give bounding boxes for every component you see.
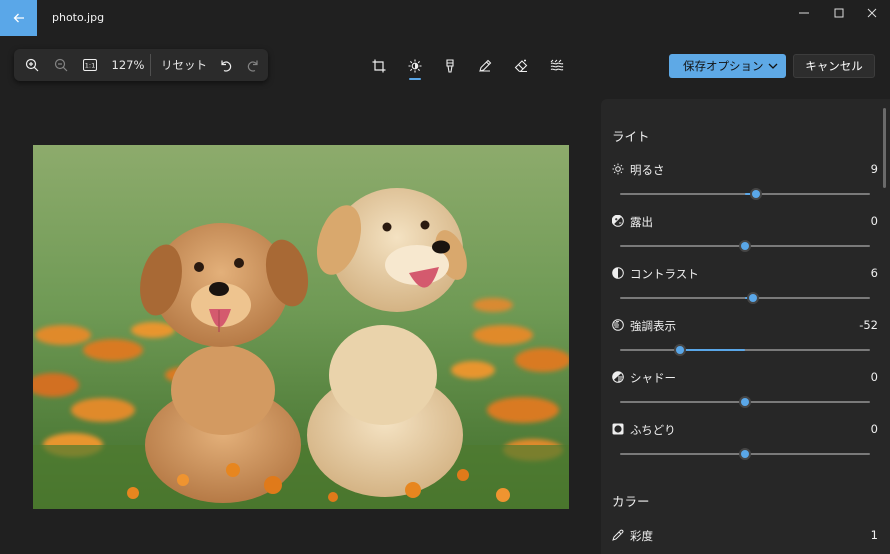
actual-size-label: 1:1: [85, 62, 95, 70]
exposure-slider[interactable]: [620, 240, 870, 252]
pen-icon: [479, 59, 492, 72]
exposure-icon: [612, 215, 624, 227]
vignette-row: ふちどり 0: [612, 422, 878, 438]
redo-icon: [247, 60, 258, 72]
zoom-in-icon: [25, 58, 39, 72]
slider-thumb[interactable]: [750, 188, 763, 200]
active-tool-indicator: [409, 78, 421, 80]
shadows-icon: [612, 371, 624, 383]
contrast-row: コントラスト 6: [612, 266, 878, 282]
slider-thumb[interactable]: [739, 240, 751, 252]
color-section-title: カラー: [612, 494, 650, 509]
cancel-button[interactable]: キャンセル: [793, 54, 875, 78]
eyedropper-icon: [612, 529, 624, 541]
crop-icon: [372, 59, 386, 73]
contrast-icon: [612, 267, 624, 279]
close-button[interactable]: [855, 0, 889, 26]
vignette-slider[interactable]: [620, 448, 870, 460]
saturation-label: 彩度: [630, 529, 653, 543]
minimize-button[interactable]: [787, 0, 821, 26]
crop-tool[interactable]: [367, 54, 391, 78]
vignette-value: 0: [870, 422, 878, 436]
actual-size-icon: 1:1: [83, 59, 97, 71]
title-bar: photo.jpg: [0, 0, 890, 36]
zoom-toolbar: 1:1 127% リセット: [14, 49, 268, 81]
close-icon: [867, 8, 877, 18]
slider-thumb[interactable]: [739, 448, 751, 460]
light-section-title: ライト: [612, 129, 650, 144]
zoom-out-icon: [54, 58, 68, 72]
background-blur-icon: [550, 59, 564, 71]
reset-button[interactable]: リセット: [156, 49, 212, 81]
erase-tool[interactable]: [509, 54, 533, 78]
back-arrow-icon: [13, 13, 24, 23]
sun-icon: [612, 163, 624, 175]
panel-scrollbar[interactable]: [883, 108, 886, 188]
contrast-slider[interactable]: [620, 292, 870, 304]
toolbar-divider: [150, 54, 151, 76]
shadows-value: 0: [870, 370, 878, 384]
adjustment-icon: [408, 59, 422, 73]
brightness-row: 明るさ 9: [612, 162, 878, 178]
back-button[interactable]: [0, 0, 37, 36]
brightness-label: 明るさ: [630, 163, 665, 177]
background-tool[interactable]: [545, 54, 569, 78]
contrast-value: 6: [870, 266, 878, 280]
highlights-icon: [612, 319, 624, 331]
filter-icon: [446, 59, 454, 73]
slider-track: [620, 349, 870, 351]
filter-tool[interactable]: [438, 54, 462, 78]
shadows-row: シャドー 0: [612, 370, 878, 386]
undo-icon: [220, 60, 231, 72]
shadows-slider[interactable]: [620, 396, 870, 408]
maximize-icon: [834, 8, 844, 18]
zoom-level[interactable]: 127%: [109, 49, 147, 81]
actual-size-button[interactable]: 1:1: [78, 49, 102, 81]
vignette-icon: [612, 423, 624, 435]
exposure-label: 露出: [630, 215, 653, 229]
maximize-button[interactable]: [822, 0, 856, 26]
redo-button[interactable]: [242, 49, 264, 81]
slider-thumb[interactable]: [674, 344, 686, 356]
slider-thumb[interactable]: [739, 396, 751, 408]
zoom-out-button[interactable]: [49, 49, 73, 81]
brightness-value: 9: [870, 162, 878, 176]
eraser-icon: [514, 59, 528, 73]
minimize-icon: [799, 12, 809, 14]
exposure-value: 0: [870, 214, 878, 228]
photo-canvas[interactable]: [33, 145, 569, 509]
chevron-down-icon: [768, 63, 778, 69]
save-options-button[interactable]: 保存オプション: [669, 54, 786, 78]
highlights-value: -52: [859, 318, 878, 332]
puppies-photo: [33, 145, 569, 509]
adjustment-tool[interactable]: [403, 54, 427, 78]
highlights-label: 強調表示: [630, 319, 676, 333]
slider-fill: [680, 349, 745, 351]
highlights-slider[interactable]: [620, 344, 870, 356]
highlights-row: 強調表示 -52: [612, 318, 878, 334]
file-name: photo.jpg: [52, 11, 105, 24]
brightness-slider[interactable]: [620, 188, 870, 200]
shadows-label: シャドー: [630, 371, 676, 385]
undo-button[interactable]: [214, 49, 236, 81]
slider-thumb[interactable]: [746, 292, 759, 304]
saturation-value: 1: [870, 528, 878, 542]
zoom-in-button[interactable]: [20, 49, 44, 81]
saturation-row: 彩度 1: [612, 528, 878, 544]
save-options-label: 保存オプション: [683, 59, 764, 73]
contrast-label: コントラスト: [630, 267, 699, 281]
markup-tool[interactable]: [473, 54, 497, 78]
exposure-row: 露出 0: [612, 214, 878, 230]
vignette-label: ふちどり: [630, 423, 676, 437]
